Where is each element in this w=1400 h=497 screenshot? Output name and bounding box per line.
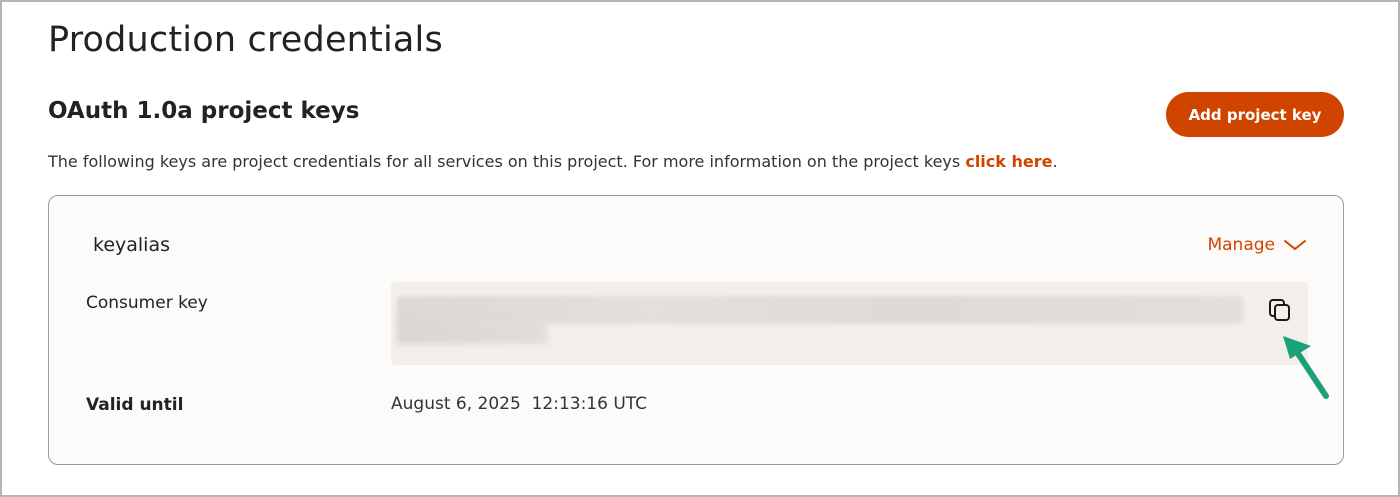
valid-until-label: Valid until: [86, 395, 184, 415]
section-title: OAuth 1.0a project keys: [48, 98, 360, 124]
consumer-key-value-redacted-tail: [397, 320, 547, 344]
section-description: The following keys are project credentia…: [48, 152, 1058, 171]
description-end: .: [1052, 152, 1058, 171]
manage-label: Manage: [1207, 235, 1275, 255]
project-key-card: keyalias Manage Consumer key Valid until…: [48, 195, 1344, 465]
consumer-key-label: Consumer key: [86, 293, 208, 313]
key-alias: keyalias: [93, 234, 171, 256]
click-here-link[interactable]: click here: [965, 152, 1052, 171]
arrow-pointer-icon: [1278, 332, 1338, 406]
manage-dropdown[interactable]: Manage: [1207, 235, 1307, 255]
page-title: Production credentials: [48, 20, 443, 60]
consumer-key-field: [391, 282, 1308, 365]
add-project-key-button[interactable]: Add project key: [1166, 92, 1344, 137]
copy-icon[interactable]: [1266, 296, 1294, 324]
chevron-down-icon: [1283, 238, 1307, 252]
valid-until-value: August 6, 2025 12:13:16 UTC: [391, 394, 648, 414]
description-text: The following keys are project credentia…: [48, 152, 966, 171]
app-frame: Production credentials OAuth 1.0a projec…: [0, 0, 1400, 497]
